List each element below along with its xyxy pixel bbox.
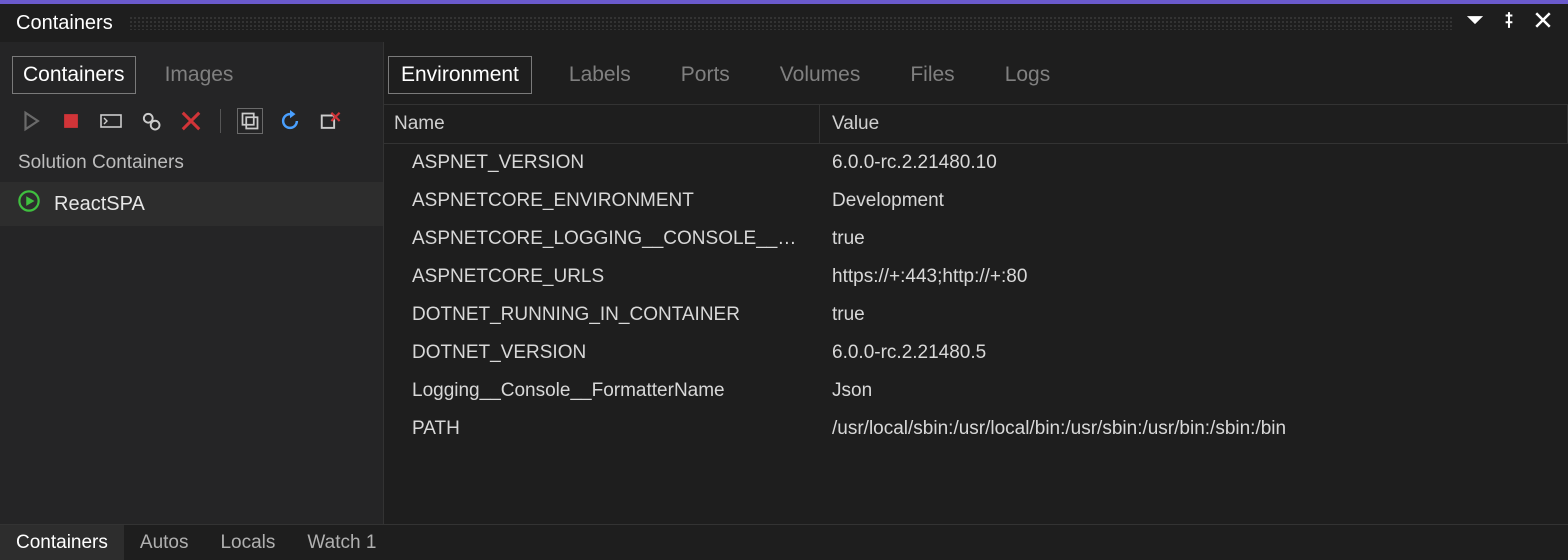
panel-title-bar: Containers bbox=[0, 4, 1568, 42]
cell-name: DOTNET_RUNNING_IN_CONTAINER bbox=[384, 296, 820, 334]
cell-name: PATH bbox=[384, 410, 820, 448]
bottom-tab-watch1[interactable]: Watch 1 bbox=[291, 525, 392, 560]
cell-value: 6.0.0-rc.2.21480.5 bbox=[820, 334, 1568, 372]
sidebar-tabs: Containers Images bbox=[0, 42, 383, 102]
cell-name: ASPNET_VERSION bbox=[384, 144, 820, 182]
container-item-reactspa[interactable]: ReactSPA bbox=[0, 182, 383, 226]
container-item-label: ReactSPA bbox=[54, 193, 145, 216]
body-row: Containers Images bbox=[0, 42, 1568, 524]
toolbar-separator bbox=[220, 109, 221, 133]
bottom-tab-autos[interactable]: Autos bbox=[124, 525, 205, 560]
cell-value: Development bbox=[820, 182, 1568, 220]
cell-name: DOTNET_VERSION bbox=[384, 334, 820, 372]
stop-icon[interactable] bbox=[58, 108, 84, 134]
delete-icon[interactable] bbox=[178, 108, 204, 134]
cell-name: Logging__Console__FormatterName bbox=[384, 372, 820, 410]
table-row[interactable]: PATH/usr/local/sbin:/usr/local/bin:/usr/… bbox=[384, 410, 1568, 448]
tab-labels[interactable]: Labels bbox=[556, 56, 644, 94]
copy-icon[interactable] bbox=[237, 108, 263, 134]
column-header-name[interactable]: Name bbox=[384, 105, 820, 143]
table-row[interactable]: ASPNETCORE_LOGGING__CONSOLE__DISA...true bbox=[384, 220, 1568, 258]
panel-controls bbox=[1466, 11, 1552, 35]
prune-icon[interactable] bbox=[317, 108, 343, 134]
panel-grip-strip[interactable] bbox=[129, 16, 1454, 30]
running-status-icon bbox=[18, 190, 40, 218]
main-panel: Environment Labels Ports Volumes Files L… bbox=[384, 42, 1568, 524]
tab-environment[interactable]: Environment bbox=[388, 56, 532, 94]
refresh-icon[interactable] bbox=[277, 108, 303, 134]
main-tabs: Environment Labels Ports Volumes Files L… bbox=[384, 42, 1568, 104]
tab-files[interactable]: Files bbox=[897, 56, 967, 94]
table-row[interactable]: ASPNETCORE_URLShttps://+:443;http://+:80 bbox=[384, 258, 1568, 296]
column-header-value[interactable]: Value bbox=[820, 105, 1568, 143]
table-row[interactable]: ASPNET_VERSION6.0.0-rc.2.21480.10 bbox=[384, 144, 1568, 182]
sidebar-section-header: Solution Containers bbox=[0, 142, 383, 182]
cell-value: 6.0.0-rc.2.21480.10 bbox=[820, 144, 1568, 182]
bottom-tab-containers[interactable]: Containers bbox=[0, 525, 124, 560]
tab-logs[interactable]: Logs bbox=[992, 56, 1064, 94]
bottom-tabs: Containers Autos Locals Watch 1 bbox=[0, 524, 1568, 560]
cell-name: ASPNETCORE_URLS bbox=[384, 258, 820, 296]
cell-value: true bbox=[820, 296, 1568, 334]
container-list: ReactSPA bbox=[0, 182, 383, 524]
sidebar-tab-images[interactable]: Images bbox=[154, 56, 245, 94]
cell-value: true bbox=[820, 220, 1568, 258]
grid-body[interactable]: ASPNET_VERSION6.0.0-rc.2.21480.10ASPNETC… bbox=[384, 144, 1568, 524]
terminal-icon[interactable] bbox=[98, 108, 124, 134]
play-icon[interactable] bbox=[18, 108, 44, 134]
sidebar: Containers Images bbox=[0, 42, 384, 524]
grid-header: Name Value bbox=[384, 104, 1568, 144]
table-row[interactable]: ASPNETCORE_ENVIRONMENTDevelopment bbox=[384, 182, 1568, 220]
pin-icon[interactable] bbox=[1500, 11, 1518, 35]
cell-value: https://+:443;http://+:80 bbox=[820, 258, 1568, 296]
table-row[interactable]: DOTNET_RUNNING_IN_CONTAINERtrue bbox=[384, 296, 1568, 334]
panel-title: Containers bbox=[16, 12, 113, 35]
tab-volumes[interactable]: Volumes bbox=[767, 56, 874, 94]
cell-value: Json bbox=[820, 372, 1568, 410]
cell-value: /usr/local/sbin:/usr/local/bin:/usr/sbin… bbox=[820, 410, 1568, 448]
table-row[interactable]: DOTNET_VERSION6.0.0-rc.2.21480.5 bbox=[384, 334, 1568, 372]
gear-icon[interactable] bbox=[138, 108, 164, 134]
tab-ports[interactable]: Ports bbox=[668, 56, 743, 94]
container-toolbar bbox=[0, 102, 383, 142]
panel-dropdown-icon[interactable] bbox=[1466, 11, 1484, 35]
close-icon[interactable] bbox=[1534, 11, 1552, 35]
bottom-tab-locals[interactable]: Locals bbox=[204, 525, 291, 560]
table-row[interactable]: Logging__Console__FormatterNameJson bbox=[384, 372, 1568, 410]
cell-name: ASPNETCORE_ENVIRONMENT bbox=[384, 182, 820, 220]
sidebar-tab-containers[interactable]: Containers bbox=[12, 56, 136, 94]
cell-name: ASPNETCORE_LOGGING__CONSOLE__DISA... bbox=[384, 220, 820, 258]
